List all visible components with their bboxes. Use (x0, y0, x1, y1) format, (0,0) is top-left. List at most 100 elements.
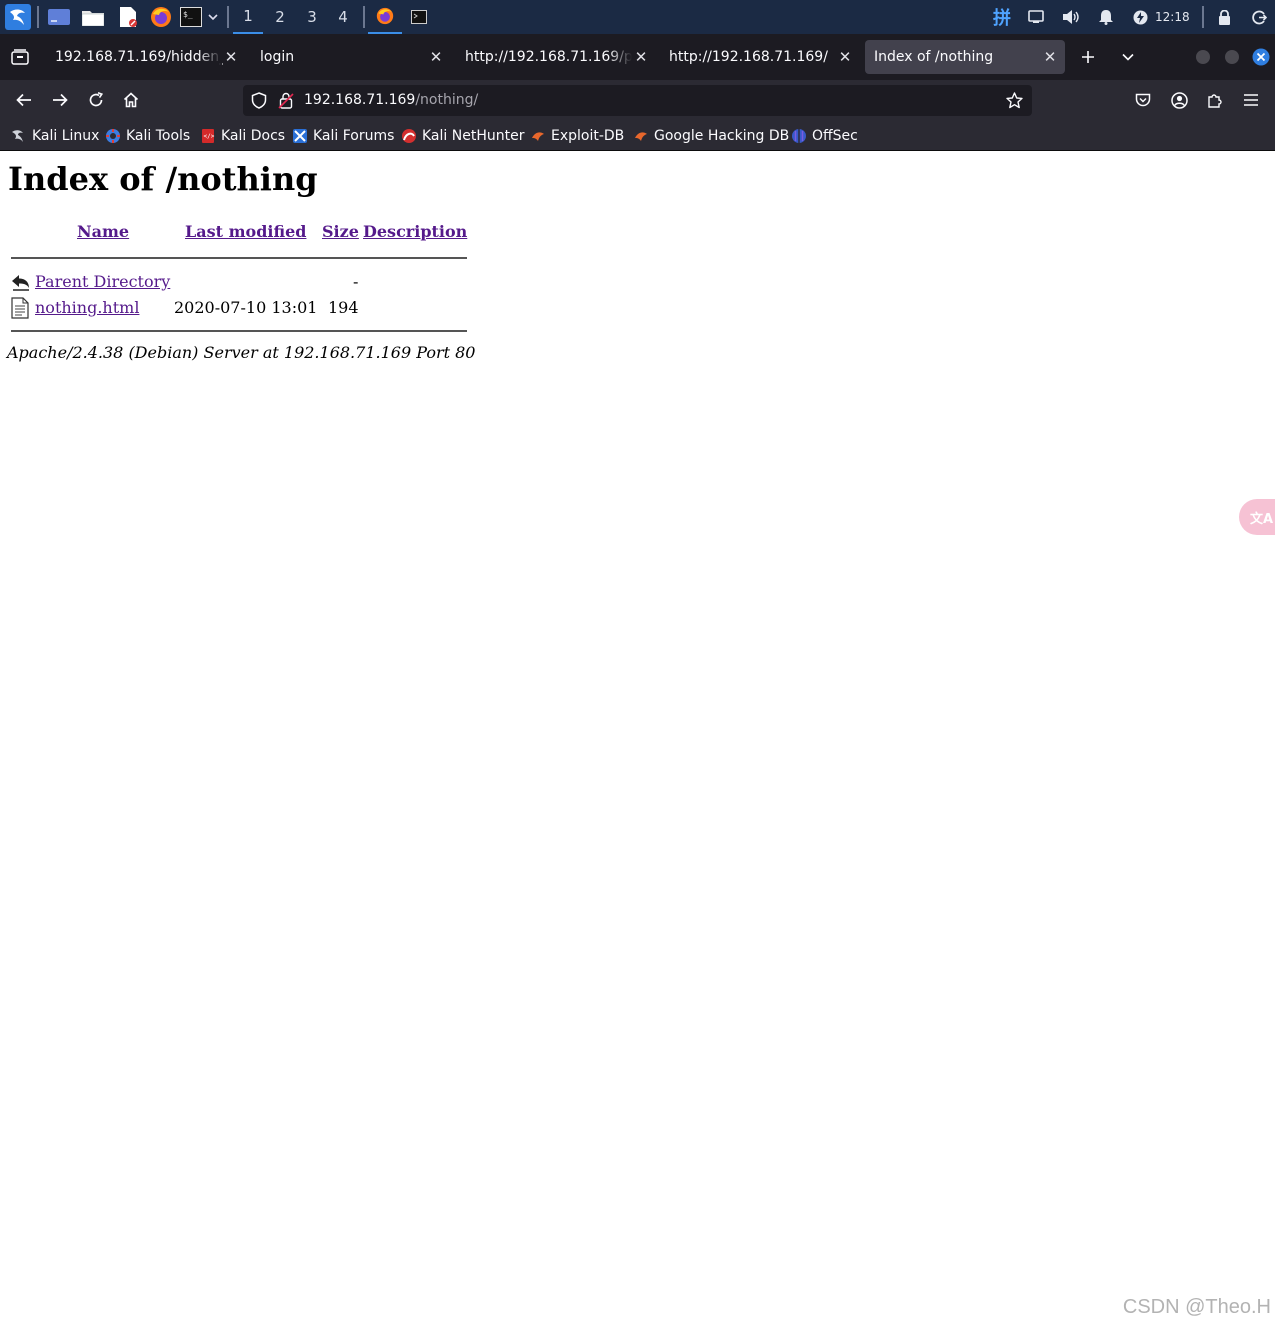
header-divider (11, 257, 467, 259)
close-icon[interactable]: ✕ (1041, 48, 1059, 66)
column-header-name[interactable]: Name (77, 222, 129, 241)
bookmark-label: Kali Tools (126, 127, 191, 144)
terminal-launcher-icon[interactable]: $_ (179, 0, 203, 34)
hamburger-menu-icon[interactable] (1237, 86, 1265, 114)
bookmark-kali-docs[interactable]: </> Kali Docs (200, 120, 285, 151)
page-title: Index of /nothing (8, 160, 318, 198)
column-header-description[interactable]: Description (363, 222, 467, 241)
back-arrow-icon (11, 272, 31, 294)
translate-button[interactable]: 文A (1239, 499, 1275, 535)
firefox-view-icon[interactable] (6, 43, 34, 71)
pocket-icon[interactable] (1129, 86, 1157, 114)
close-icon[interactable]: ✕ (222, 48, 240, 66)
tab-title: Index of /nothing (874, 49, 994, 65)
url-path: /nothing/ (415, 92, 479, 108)
address-bar[interactable]: 192.168.71.169/nothing/ (243, 85, 1032, 116)
back-arrow-icon[interactable] (10, 86, 38, 114)
exploit-db-icon (530, 128, 546, 144)
account-icon[interactable] (1165, 86, 1193, 114)
tab-hidden-text[interactable]: 192.168.71.169/hidden_text ✕ (46, 40, 246, 74)
bookmark-label: Exploit-DB (551, 127, 625, 144)
kali-tools-icon (105, 128, 121, 144)
logout-icon[interactable] (1248, 0, 1270, 34)
volume-icon[interactable] (1060, 0, 1082, 34)
bookmark-label: Kali NetHunter (422, 127, 525, 144)
navigation-toolbar: 192.168.71.169/nothing/ (0, 80, 1275, 120)
bookmark-kali-nethunter[interactable]: Kali NetHunter (401, 120, 524, 151)
url-host: 192.168.71.169 (304, 92, 416, 108)
taskbar-separator (363, 6, 365, 28)
close-icon[interactable]: ✕ (632, 48, 650, 66)
kali-dragon-icon (11, 128, 27, 144)
bookmark-kali-linux[interactable]: Kali Linux (11, 120, 99, 151)
offsec-icon (791, 128, 807, 144)
firefox-launcher-icon[interactable] (148, 0, 174, 34)
show-desktop-icon[interactable] (46, 0, 72, 34)
forward-arrow-icon[interactable] (46, 86, 74, 114)
parent-directory-link[interactable]: Parent Directory (35, 272, 170, 291)
footer-divider (11, 330, 467, 332)
lock-screen-icon[interactable] (1213, 0, 1235, 34)
power-manager-icon[interactable] (1129, 0, 1151, 34)
tab-login[interactable]: login ✕ (251, 40, 451, 74)
column-header-size[interactable]: Size (322, 222, 359, 241)
server-signature: Apache/2.4.38 (Debian) Server at 192.168… (7, 343, 476, 362)
row-last-modified: 2020-07-10 13:01 (174, 298, 318, 317)
firefox-window-button[interactable] (368, 0, 402, 34)
file-link-nothing-html[interactable]: nothing.html (35, 298, 139, 317)
taskbar-separator (227, 6, 229, 28)
desktop-taskbar: $_ 1 2 3 4 拼 12:18 (0, 0, 1275, 34)
notification-bell-icon[interactable] (1095, 0, 1117, 34)
close-icon[interactable]: ✕ (427, 48, 445, 66)
home-icon[interactable] (117, 86, 145, 114)
bookmark-star-icon[interactable] (1006, 92, 1023, 113)
reload-icon[interactable] (82, 86, 110, 114)
close-icon[interactable]: ✕ (836, 48, 854, 66)
insecure-lock-icon[interactable] (278, 92, 294, 113)
tab-index-of-nothing[interactable]: Index of /nothing ✕ (865, 40, 1065, 74)
bookmark-exploit-db[interactable]: Exploit-DB (530, 120, 624, 151)
kali-docs-icon: </> (200, 128, 216, 144)
extensions-puzzle-icon[interactable] (1201, 86, 1229, 114)
bookmark-kali-forums[interactable]: Kali Forums (292, 120, 394, 151)
tab-title: login (260, 49, 295, 65)
taskbar-separator (1202, 6, 1204, 28)
list-all-tabs-icon[interactable] (1114, 43, 1142, 71)
workspace-3[interactable]: 3 (297, 0, 327, 34)
text-editor-icon[interactable] (115, 0, 141, 34)
page-content: Index of /nothing Name Last modified Siz… (0, 152, 1275, 1325)
workspace-4[interactable]: 4 (328, 0, 358, 34)
input-method-icon[interactable]: 拼 (989, 0, 1015, 34)
column-header-last-modified[interactable]: Last modified (185, 222, 306, 241)
bookmark-label: Kali Docs (221, 127, 286, 144)
tab-title: http://192.168.71.169/ (669, 49, 828, 65)
bookmark-label: Kali Forums (313, 127, 395, 144)
url-text[interactable]: 192.168.71.169/nothing/ (304, 85, 478, 116)
clock[interactable]: 12:18 (1155, 0, 1190, 34)
bookmark-offsec[interactable]: OffSec (791, 120, 858, 151)
network-icon[interactable] (1025, 0, 1047, 34)
maximize-window-icon[interactable] (1218, 43, 1246, 71)
tab-home[interactable]: http://192.168.71.169/ ✕ (660, 40, 860, 74)
browser-tab-strip: 192.168.71.169/hidden_text ✕ login ✕ htt… (0, 34, 1275, 80)
bookmarks-toolbar: Kali Linux Kali Tools </> Kali Docs Kali… (0, 120, 1275, 151)
row-size: 194 (328, 298, 359, 317)
workspace-2[interactable]: 2 (265, 0, 295, 34)
chevron-down-icon[interactable] (205, 0, 221, 34)
workspace-1[interactable]: 1 (233, 0, 263, 34)
tab-pwn[interactable]: http://192.168.71.169/pwn ✕ (456, 40, 656, 74)
bookmark-google-hacking-db[interactable]: Google Hacking DB (633, 120, 789, 151)
bookmark-label: Kali Linux (32, 127, 100, 144)
tracking-protection-shield-icon[interactable] (251, 92, 267, 113)
text-file-icon (11, 297, 31, 319)
file-manager-icon[interactable] (80, 0, 106, 34)
bookmark-kali-tools[interactable]: Kali Tools (105, 120, 190, 151)
kali-menu-icon[interactable] (3, 0, 33, 34)
close-window-icon[interactable] (1247, 43, 1275, 71)
bookmark-label: OffSec (812, 127, 858, 144)
kali-forums-icon (292, 128, 308, 144)
terminal-window-button[interactable] (408, 0, 430, 34)
minimize-window-icon[interactable] (1189, 43, 1217, 71)
svg-text:</>: </> (204, 133, 215, 140)
new-tab-icon[interactable] (1074, 43, 1102, 71)
